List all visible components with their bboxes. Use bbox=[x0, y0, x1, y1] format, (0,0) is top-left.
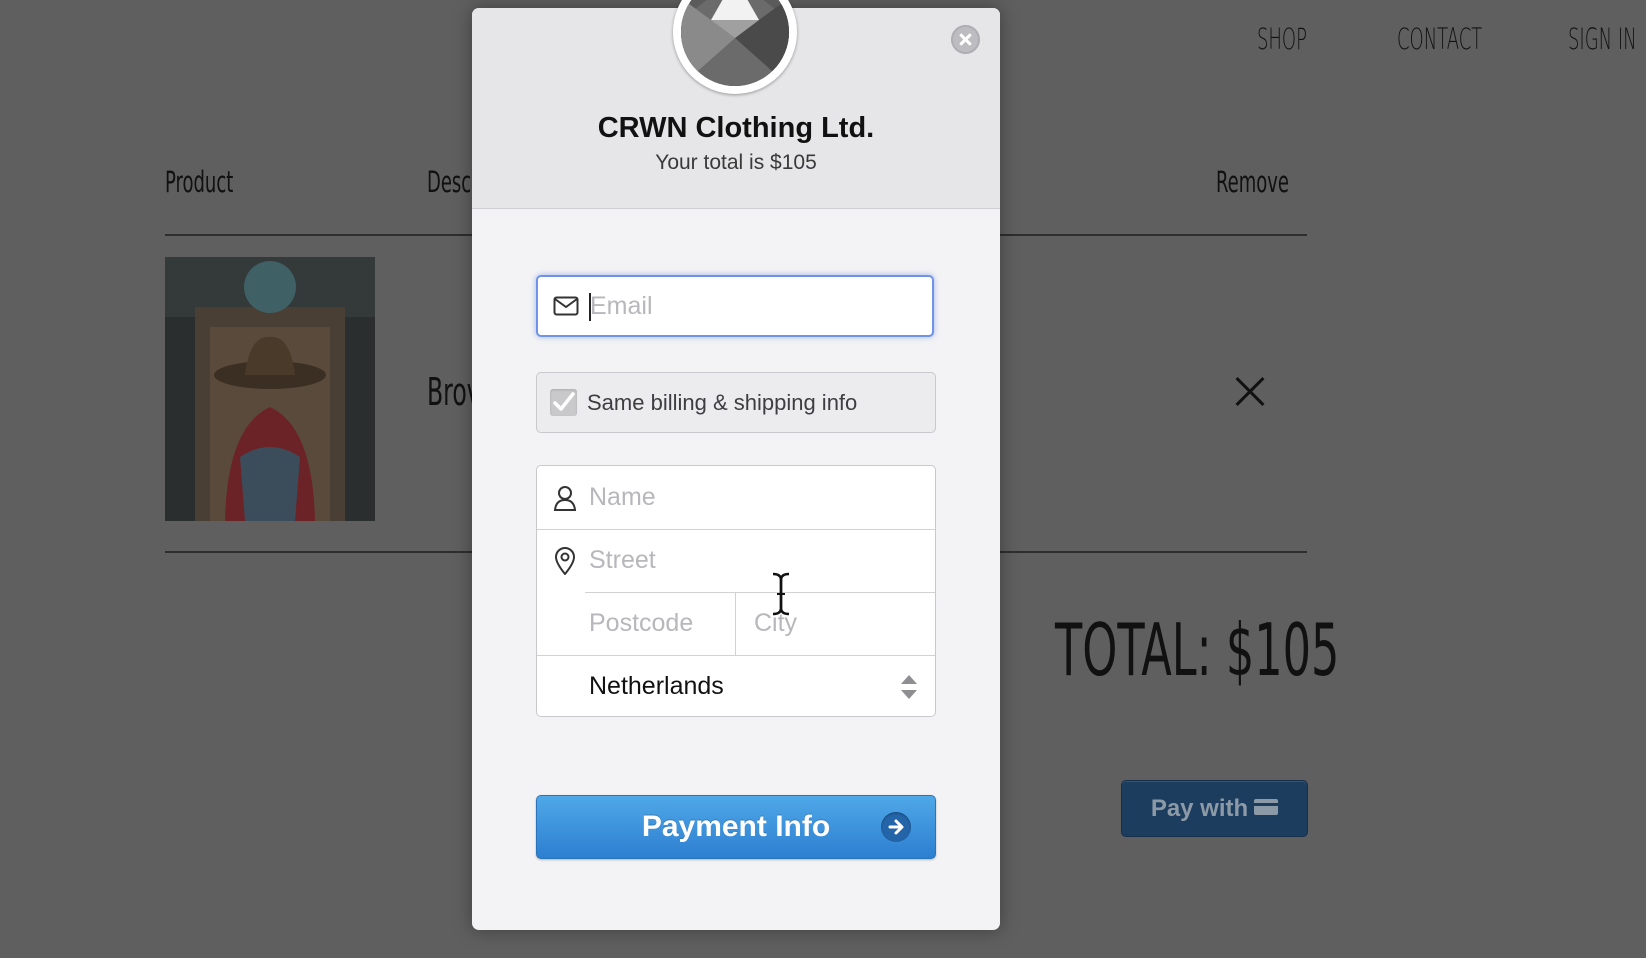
same-info-checkbox[interactable] bbox=[550, 389, 577, 416]
street-placeholder: Street bbox=[589, 546, 656, 574]
address-fieldset: Name Street Postcode City Netherlands bbox=[536, 465, 936, 717]
cart-total: TOTAL: $105 bbox=[1055, 608, 1340, 692]
pay-with-card-button[interactable]: Pay with bbox=[1121, 780, 1308, 837]
envelope-icon bbox=[552, 277, 580, 335]
nav-contact[interactable]: CONTACT bbox=[1397, 22, 1535, 62]
nav-sign-in[interactable]: SIGN IN bbox=[1568, 22, 1646, 62]
header-remove: Remove bbox=[1216, 165, 1289, 199]
payment-info-label: Payment Info bbox=[641, 810, 831, 843]
city-field[interactable]: City bbox=[736, 592, 935, 655]
country-select[interactable]: Netherlands bbox=[537, 655, 935, 716]
remove-item-icon[interactable] bbox=[1234, 376, 1266, 408]
same-info-checkbox-row[interactable]: Same billing & shipping info bbox=[536, 372, 936, 433]
select-arrows-icon bbox=[901, 675, 917, 699]
name-field[interactable]: Name bbox=[537, 466, 935, 529]
email-placeholder: Email bbox=[590, 291, 653, 320]
close-icon[interactable] bbox=[951, 25, 980, 54]
checkout-modal: CRWN Clothing Ltd. Your total is $105 Em… bbox=[472, 0, 1000, 930]
header-product: Product bbox=[165, 165, 234, 199]
location-pin-icon bbox=[551, 529, 579, 592]
credit-card-icon bbox=[1254, 798, 1279, 815]
postcode-field[interactable]: Postcode bbox=[585, 592, 735, 655]
store-name: CRWN Clothing Ltd. bbox=[597, 112, 875, 144]
arrow-right-icon bbox=[881, 812, 911, 842]
text-cursor-icon bbox=[772, 572, 790, 616]
person-icon bbox=[551, 466, 579, 529]
same-info-label: Same billing & shipping info bbox=[587, 389, 858, 415]
postcode-placeholder: Postcode bbox=[589, 609, 694, 637]
payment-info-button[interactable]: Payment Info bbox=[536, 795, 936, 859]
order-total-text: Your total is $105 bbox=[655, 151, 817, 174]
country-value: Netherlands bbox=[589, 672, 724, 700]
product-image bbox=[165, 257, 375, 521]
street-field[interactable]: Street bbox=[537, 529, 935, 592]
nav-shop[interactable]: SHOP bbox=[1257, 22, 1338, 62]
name-placeholder: Name bbox=[589, 483, 656, 511]
email-field[interactable]: Email bbox=[536, 275, 934, 337]
